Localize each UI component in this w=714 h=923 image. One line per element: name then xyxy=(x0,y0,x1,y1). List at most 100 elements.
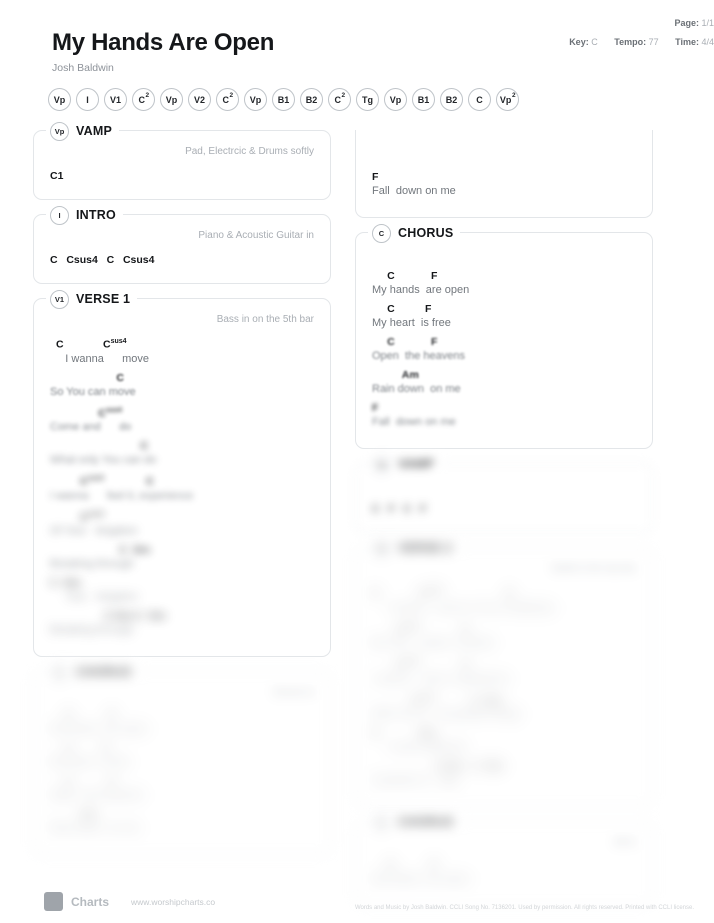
app-logo-icon xyxy=(44,892,63,911)
section-card[interactable]: I INTRO Piano & Acoustic Guitar in C Csus4 … xyxy=(33,204,331,284)
chord-line: C xyxy=(50,440,149,452)
chord-lyric-row: Csus4 CI wanna feel it, experience xyxy=(50,472,314,504)
section-card[interactable]: C CHORUS C F My hands are open C F My heart… xyxy=(355,222,653,449)
chord-row: C1 xyxy=(50,170,64,182)
chord-row: C Csus4 C Csus4 xyxy=(50,254,155,266)
arrangement-pill[interactable]: B1 xyxy=(412,88,435,111)
section-title: CHORUS xyxy=(398,815,454,829)
chord-lyric-row: C F Open the heavens xyxy=(372,335,636,364)
pill-label: C xyxy=(222,94,229,105)
chord-lyric-row: Csus4 C By Your power I receive xyxy=(372,620,636,652)
section-badge[interactable]: C xyxy=(50,662,69,682)
lyric-line: I wanna move xyxy=(50,352,150,365)
chord-lyric-row: Csus4 Come and do xyxy=(50,404,314,436)
section-card[interactable]: F Fall down on me xyxy=(355,130,653,218)
arrangement-pill[interactable]: I xyxy=(76,88,99,111)
chord-lyric-row: C Dm I never believed xyxy=(372,726,636,755)
section-card[interactable]: Vp VAMP C F C F xyxy=(355,453,653,533)
section-badge[interactable]: V1 xyxy=(50,289,69,309)
section-card[interactable]: Vp VAMP Pad, Electrcic & Drums softly C1 xyxy=(33,120,331,200)
chord-lyric-row: C F My hands are open xyxy=(372,269,636,298)
arrangement-pill[interactable]: V1 xyxy=(104,88,127,111)
page-label: Page: xyxy=(674,18,699,28)
time-meta[interactable]: Time: 4/4 xyxy=(675,37,714,47)
footer-brand: Charts www.worshipcharts.co xyxy=(44,892,215,911)
right-column: F Fall down on me C CHORUS C F My hands are … xyxy=(355,130,653,920)
chord-lyric-row: C Csus4 I wanna move xyxy=(50,335,314,367)
section-badge[interactable]: C xyxy=(372,812,391,832)
copyright-notice: Words and Music by Josh Baldwin. CCLI So… xyxy=(354,905,694,911)
pill-label: V1 xyxy=(109,94,121,105)
chord-lyric-row: C Csus4 C Csus4 xyxy=(50,251,314,269)
chord-line: C xyxy=(50,371,125,384)
arrangement-pill[interactable]: B2 xyxy=(440,88,463,111)
section-badge-label: C xyxy=(56,667,63,677)
section-note xyxy=(372,148,636,162)
arrangement-pill[interactable]: Vp xyxy=(48,88,71,111)
section-badge[interactable]: I xyxy=(50,205,69,225)
arrangement-pill[interactable]: V2 xyxy=(188,88,211,111)
pill-label: Vp xyxy=(389,94,402,105)
arrangement-pill[interactable]: Vp xyxy=(384,88,407,111)
section-card[interactable]: V2 VERSE 2 Build in the top bar C Csus4 C I… xyxy=(355,537,653,807)
lyric-line: Rain down on me xyxy=(372,383,461,395)
section-note: Drums in xyxy=(273,687,314,698)
lyric-line: A greater th ings xyxy=(372,774,459,786)
arrangement-pill[interactable]: B2 xyxy=(300,88,323,111)
lyric-line: I wanna feel it, experience xyxy=(50,489,194,502)
arrangement-pill[interactable]: Tg xyxy=(356,88,379,111)
lyric-line: Fall down on me xyxy=(372,185,456,197)
chord-superscript: sus4 xyxy=(418,693,435,701)
chord-line: C F xyxy=(50,742,110,754)
chord-line: C Dm C Dm xyxy=(372,760,504,772)
section-legend: C CHORUS xyxy=(46,661,139,683)
arrangement-pill[interactable]: C2 xyxy=(328,88,351,111)
chord-superscript: sus4 xyxy=(403,658,420,665)
lyric-line: I wanna feel it, experience xyxy=(372,672,509,685)
chord-lyric-row: C What only You can do xyxy=(50,439,314,468)
arrangement-pill[interactable]: C2 xyxy=(216,88,239,111)
arrangement-pill[interactable]: C xyxy=(468,88,491,111)
chord-lyric-row: F Fall down on me xyxy=(372,170,636,199)
chord-lyric-row: C Dm C Dm A greater th ings xyxy=(372,759,636,788)
section-title: VERSE 2 xyxy=(398,541,453,555)
section-badge-label: C xyxy=(378,228,385,238)
lyric-line: My heart is free xyxy=(50,756,129,768)
section-card[interactable]: C CHORUS Drums in C F My hands are open C F… xyxy=(33,661,331,855)
section-badge[interactable]: Vp xyxy=(50,121,69,141)
pill-label: C xyxy=(138,94,145,105)
section-badge[interactable]: V2 xyxy=(372,538,391,558)
chord-line: Csus4 C xyxy=(372,658,470,671)
section-badge[interactable]: C xyxy=(372,223,391,243)
section-note: All in xyxy=(614,837,636,848)
section-card[interactable]: V1 VERSE 1 Bass in on the 5th bar C Csus4 … xyxy=(33,288,331,657)
left-column: Vp VAMP Pad, Electrcic & Drums softly C1 I IN… xyxy=(33,120,331,869)
section-title: CHORUS xyxy=(76,665,132,679)
pill-label: Vp xyxy=(53,94,66,105)
arrangement-pill[interactable]: C2 xyxy=(132,88,155,111)
chord-line: C Csus4 xyxy=(50,338,127,351)
section-badge-label: Vp xyxy=(54,126,65,136)
chord-line: Csus4 C xyxy=(50,475,154,488)
chord-chart-page: My Hands Are Open Josh Baldwin Page: 1/1… xyxy=(0,0,714,923)
section-title: VAMP xyxy=(398,457,434,471)
chord-line: C Csus4 C xyxy=(372,587,514,600)
arrangement-pill[interactable]: B1 xyxy=(272,88,295,111)
arrangement-pill[interactable]: Vp xyxy=(244,88,267,111)
key-meta[interactable]: Key: C xyxy=(569,37,600,47)
footer-url[interactable]: www.worshipcharts.co xyxy=(131,897,215,907)
section-title: CHORUS xyxy=(398,226,454,240)
pill-label: C xyxy=(334,94,341,105)
lyric-line: My hands are open xyxy=(372,284,470,296)
page-meta: Page: 1/1 xyxy=(674,18,714,28)
time-value: 4/4 xyxy=(701,37,714,47)
chord-lyric-row: Csus4 C Dm With You I'll do greater thing… xyxy=(372,691,636,723)
section-badge[interactable]: Vp xyxy=(372,454,391,474)
lyric-line: Open the heavens xyxy=(50,789,143,801)
arrangement-pill[interactable]: Vp xyxy=(160,88,183,111)
chord-line: Csus4 C xyxy=(372,622,470,636)
arrangement-pill[interactable]: Vp 2 xyxy=(496,88,519,111)
tempo-meta[interactable]: Tempo: 77 xyxy=(614,37,661,47)
pill-label: Vp xyxy=(165,94,178,105)
footer-wordmark: Charts xyxy=(71,894,110,909)
